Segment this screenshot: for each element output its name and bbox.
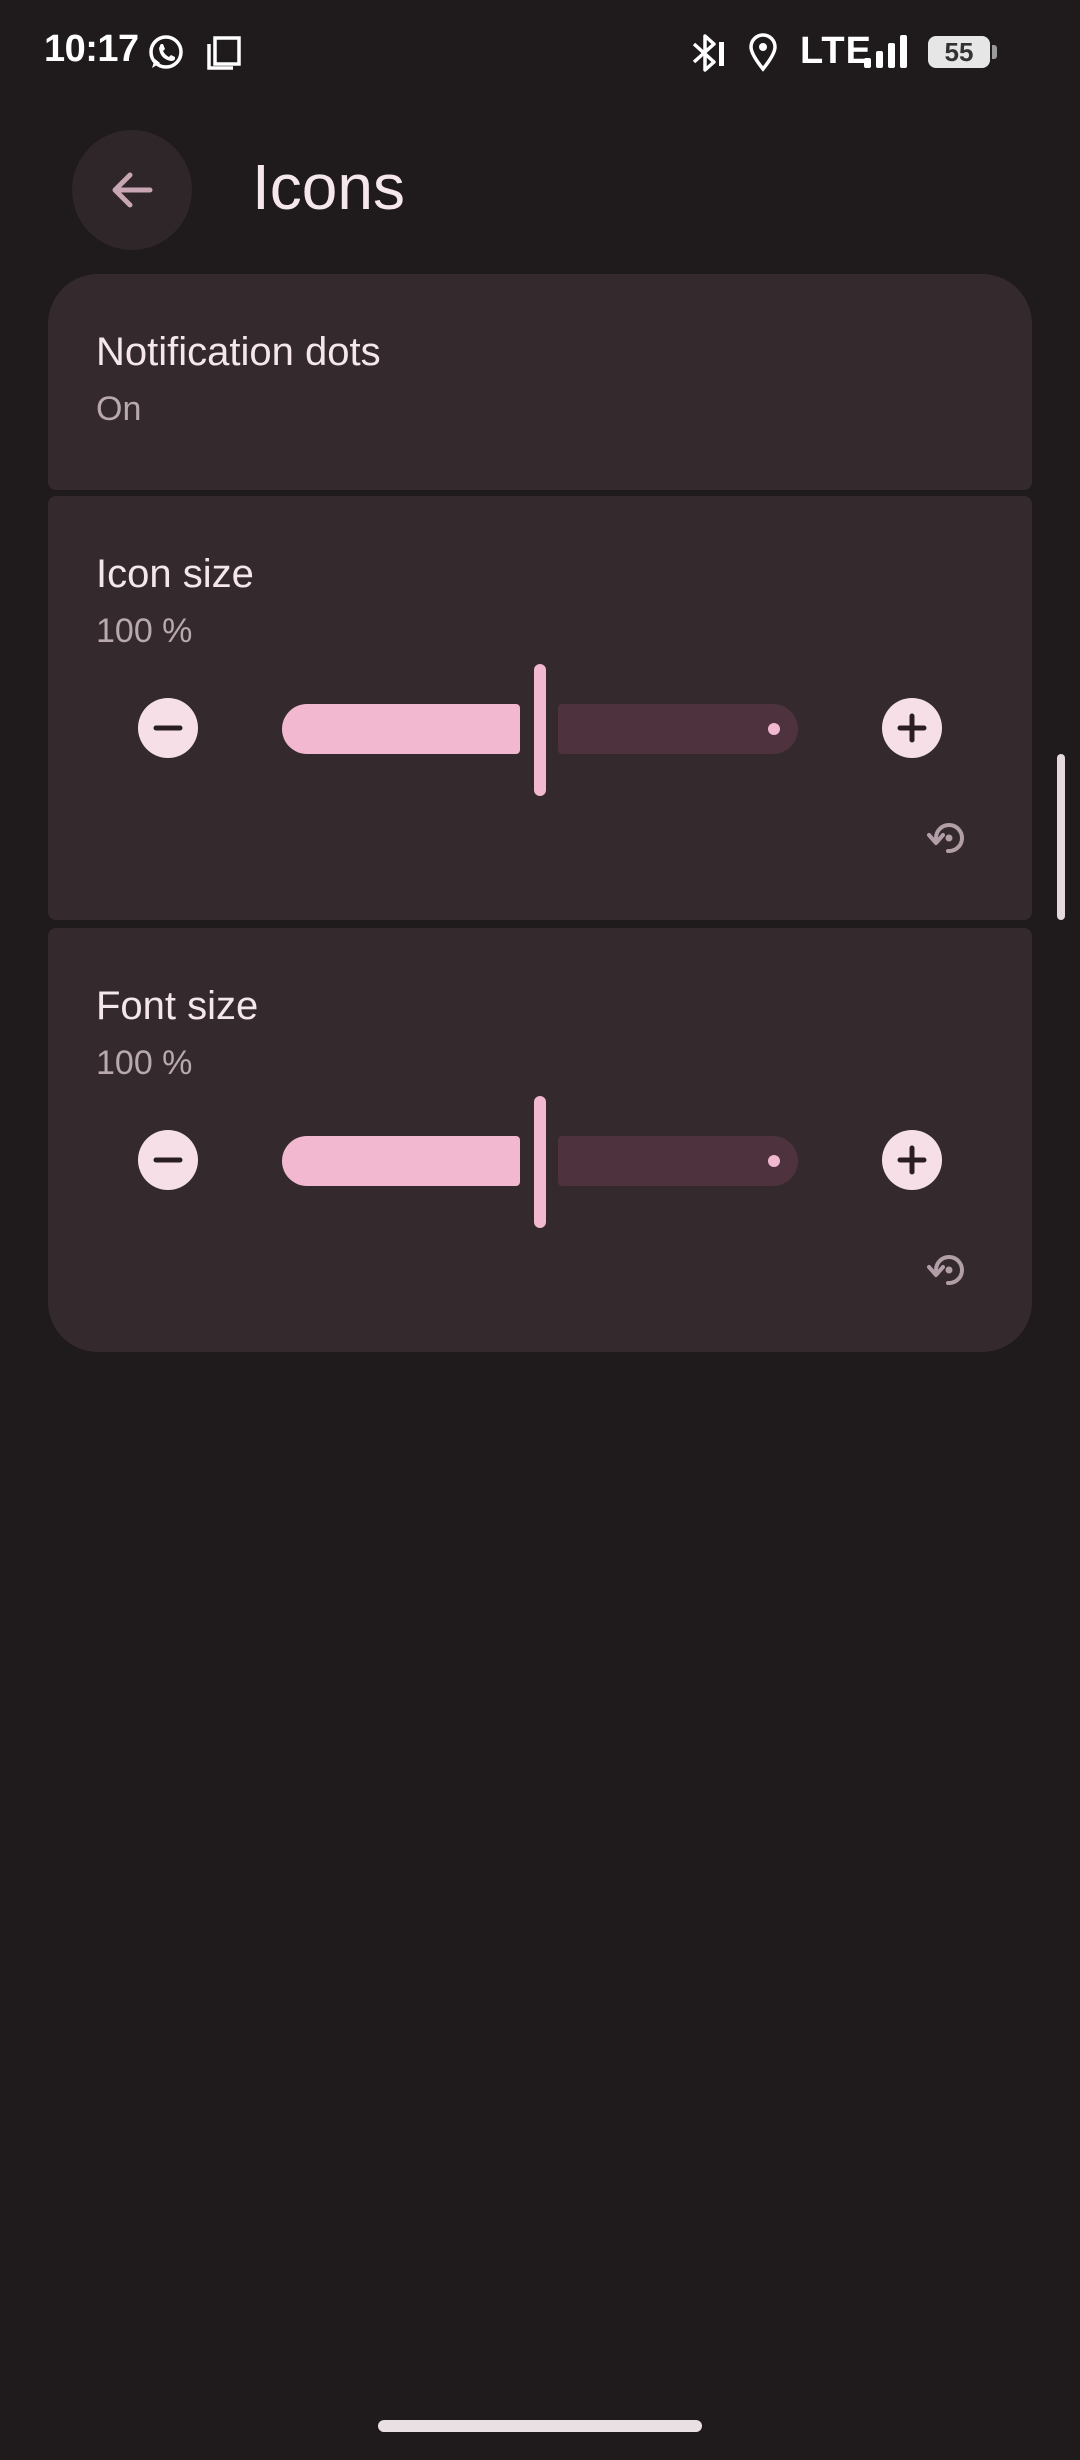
font-size-slider-thumb[interactable]: [534, 1096, 546, 1228]
notification-dots-value: On: [96, 390, 142, 428]
arrow-back-icon: [112, 172, 153, 208]
back-button[interactable]: [72, 130, 192, 250]
icon-size-slider-active-track: [282, 704, 520, 754]
plus-icon: [897, 713, 927, 743]
signal-icon: [864, 35, 907, 68]
icon-size-slider-thumb[interactable]: [534, 664, 546, 796]
font-size-value: 100 %: [96, 1044, 193, 1082]
font-size-slider-end-dot: [768, 1155, 780, 1167]
battery-icon: 55: [928, 36, 990, 68]
font-size-reset-button[interactable]: [920, 1242, 976, 1298]
reset-icon: [927, 823, 964, 854]
notification-dots-setting[interactable]: Notification dots On: [48, 274, 1032, 490]
font-size-slider-inactive-track: [558, 1136, 798, 1186]
page-title: Icons: [252, 151, 405, 223]
font-size-slider-active-track: [282, 1136, 520, 1186]
screenshot-icon: [207, 36, 241, 70]
status-bar: 10:17 LTE 55: [0, 0, 1080, 110]
minus-icon: [153, 1157, 183, 1163]
screen: 10:17 LTE 55 Icons Notification dots On …: [0, 0, 1080, 2460]
minus-icon: [153, 725, 183, 731]
icon-size-reset-button[interactable]: [920, 810, 976, 866]
notification-dots-title: Notification dots: [96, 330, 381, 374]
whatsapp-icon: [149, 35, 183, 69]
icon-size-increase-button[interactable]: [882, 698, 942, 758]
scrollbar[interactable]: [1057, 754, 1065, 920]
icon-size-slider-end-dot: [768, 723, 780, 735]
bluetooth-icon: [692, 34, 724, 72]
gesture-bar[interactable]: [378, 2420, 702, 2432]
font-size-increase-button[interactable]: [882, 1130, 942, 1190]
font-size-setting: Font size 100 %: [48, 928, 1032, 1352]
icon-size-decrease-button[interactable]: [138, 698, 198, 758]
font-size-title: Font size: [96, 984, 259, 1028]
icon-size-setting: Icon size 100 %: [48, 496, 1032, 920]
battery-tip: [992, 45, 997, 59]
status-time: 10:17: [44, 28, 139, 70]
reset-icon: [927, 1255, 964, 1286]
icon-size-value: 100 %: [96, 612, 193, 650]
font-size-decrease-button[interactable]: [138, 1130, 198, 1190]
plus-icon: [897, 1145, 927, 1175]
location-icon: [749, 33, 777, 72]
icon-size-title: Icon size: [96, 552, 254, 596]
icon-size-slider-inactive-track: [558, 704, 798, 754]
